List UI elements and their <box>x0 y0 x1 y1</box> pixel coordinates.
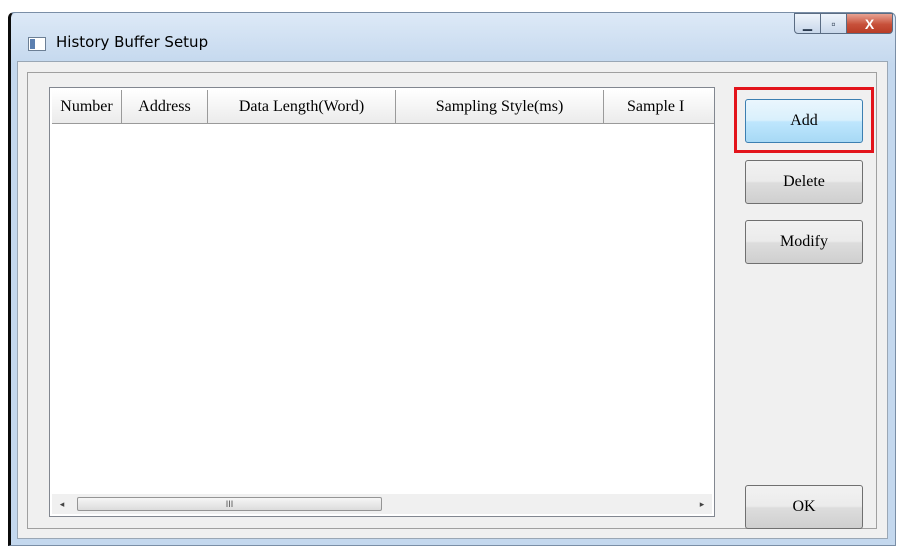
title-bar[interactable]: History Buffer Setup ▁ ▫ X <box>11 13 895 65</box>
history-buffer-setup-window: History Buffer Setup ▁ ▫ X Number Addres… <box>8 12 896 546</box>
caption-buttons: ▁ ▫ X <box>794 13 893 35</box>
maximize-button[interactable]: ▫ <box>821 13 847 34</box>
window-title: History Buffer Setup <box>56 33 209 51</box>
minimize-button[interactable]: ▁ <box>794 13 821 34</box>
app-window-icon <box>28 37 46 51</box>
scroll-thumb[interactable]: III <box>77 497 382 511</box>
list-header: Number Address Data Length(Word) Samplin… <box>52 90 714 124</box>
column-header-sample[interactable]: Sample I <box>604 90 714 123</box>
scroll-right-icon[interactable]: ▸ <box>692 494 712 514</box>
ok-button[interactable]: OK <box>745 485 863 529</box>
column-header-data-length[interactable]: Data Length(Word) <box>208 90 396 123</box>
history-buffer-list[interactable]: Number Address Data Length(Word) Samplin… <box>49 87 715 517</box>
minimize-icon: ▁ <box>802 16 813 31</box>
column-header-number[interactable]: Number <box>52 90 122 123</box>
delete-button[interactable]: Delete <box>745 160 863 204</box>
scroll-grip-icon: III <box>225 499 234 509</box>
column-header-sampling-style[interactable]: Sampling Style(ms) <box>396 90 604 123</box>
close-icon: X <box>864 15 875 32</box>
dialog-client-area: Number Address Data Length(Word) Samplin… <box>17 61 888 539</box>
modify-button[interactable]: Modify <box>745 220 863 264</box>
add-button[interactable]: Add <box>745 99 863 143</box>
column-header-address[interactable]: Address <box>122 90 208 123</box>
horizontal-scrollbar[interactable]: ◂ III ▸ <box>52 494 712 514</box>
close-button[interactable]: X <box>847 13 893 34</box>
scroll-track[interactable]: III <box>72 494 692 514</box>
maximize-icon: ▫ <box>831 16 836 31</box>
scroll-left-icon[interactable]: ◂ <box>52 494 72 514</box>
